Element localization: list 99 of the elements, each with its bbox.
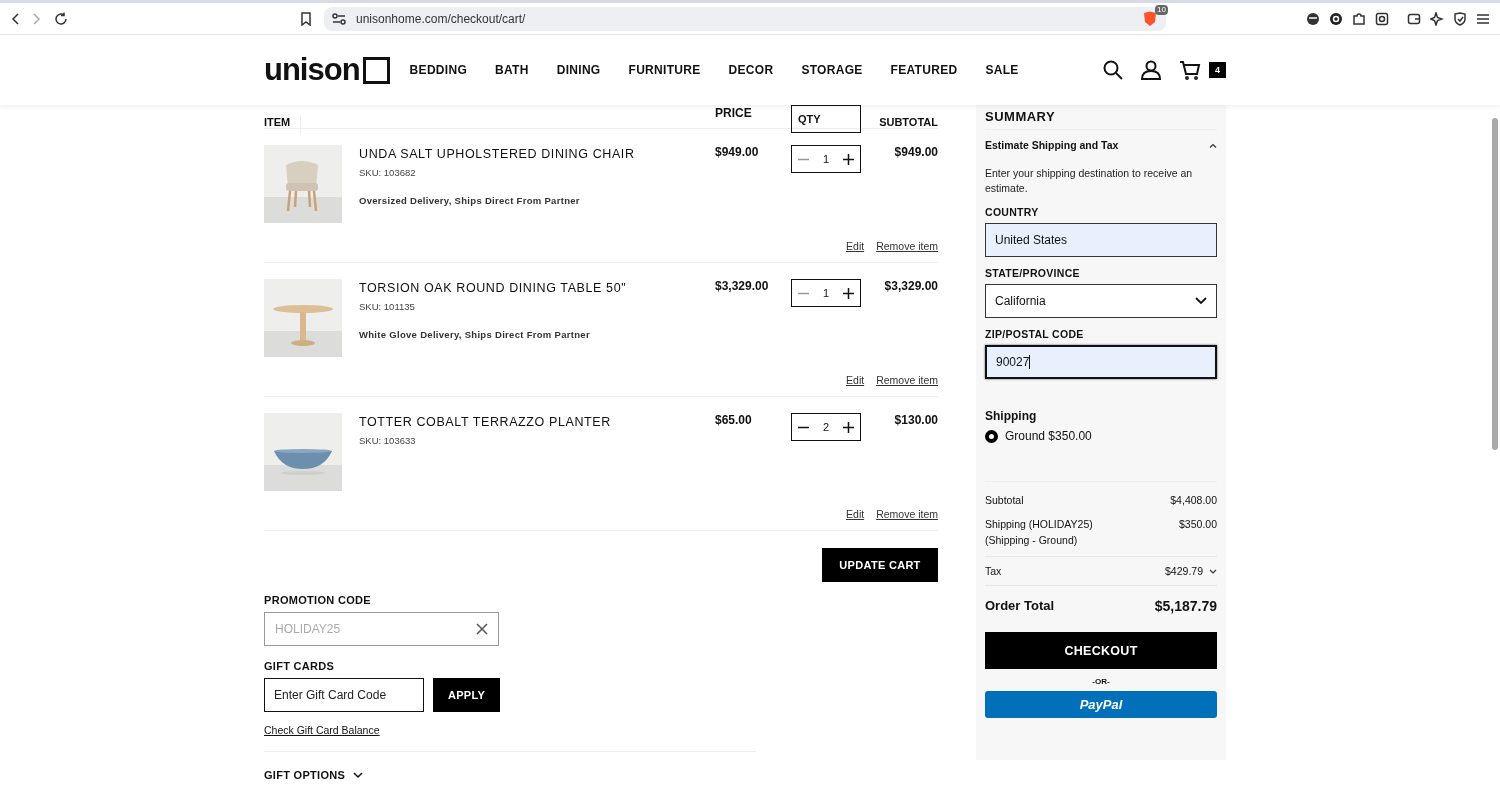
checkout-button[interactable]: CHECKOUT <box>985 632 1217 669</box>
column-header: PRICE <box>715 105 753 122</box>
logo[interactable]: unison <box>264 52 390 88</box>
chevron-up-icon <box>1209 142 1217 148</box>
update-cart-button[interactable]: UPDATE CART <box>822 548 938 582</box>
field-label: GIFT CARDS <box>264 660 336 672</box>
back-icon[interactable] <box>10 11 20 26</box>
nav-link[interactable]: SALE <box>985 63 1019 77</box>
reader-icon[interactable] <box>1375 11 1389 26</box>
address-bar[interactable]: unisonhome.com/checkout/cart/ 10 <box>324 6 1166 31</box>
nav-link[interactable]: FEATURED <box>890 63 958 77</box>
product-name[interactable]: TOTTER COBALT TERRAZZO PLANTER <box>359 415 611 429</box>
edit-link[interactable]: Edit <box>846 374 865 386</box>
chevron-down-icon <box>1195 297 1207 305</box>
subtotal-text: $949.00 <box>893 145 938 161</box>
gift-balance-link[interactable]: Check Gift Card Balance <box>264 724 380 736</box>
quantity-stepper[interactable]: 1 <box>791 145 861 173</box>
delivery-note: Oversized Delivery, Ships Direct From Partner <box>359 195 580 206</box>
summary-title: SUMMARY <box>985 108 1057 126</box>
total-value: $4,408.00 <box>1170 493 1217 508</box>
total-label: Tax <box>985 564 1002 579</box>
plus-icon[interactable] <box>843 287 854 299</box>
apply-button[interactable]: APPLY <box>433 678 500 712</box>
sku-text: SKU: 103633 <box>359 435 416 446</box>
bookmark-icon[interactable] <box>300 11 312 26</box>
remove-link[interactable]: Remove item <box>876 240 938 252</box>
field-label: COUNTRY <box>985 206 1040 218</box>
quantity-value: 1 <box>822 287 830 299</box>
total-value: $350.00 <box>1179 517 1217 532</box>
field-label: STATE/PROVINCE <box>985 267 1081 279</box>
nav-link[interactable]: STORAGE <box>801 63 863 77</box>
edit-link[interactable]: Edit <box>846 240 865 252</box>
product-name[interactable]: UNDA SALT UPHOLSTERED DINING CHAIR <box>359 147 635 161</box>
gift-card-field[interactable]: Enter Gift Card Code <box>264 678 424 712</box>
badge: 10 <box>1155 4 1168 15</box>
total-value: $5,187.79 <box>1154 598 1217 614</box>
reload-icon[interactable] <box>54 11 68 26</box>
nav-link[interactable]: BATH <box>495 63 529 77</box>
price-text: $3,329.00 <box>715 279 770 295</box>
chevron-down-icon[interactable] <box>1209 568 1217 574</box>
quantity-stepper[interactable]: 1 <box>791 279 861 307</box>
url-text: unisonhome.com/checkout/cart/ <box>356 11 527 26</box>
state-dropdown[interactable]: California <box>985 284 1217 318</box>
product-name[interactable]: TORSION OAK ROUND DINING TABLE 50" <box>359 281 627 295</box>
shield-icon[interactable] <box>1453 11 1467 26</box>
price-text: $949.00 <box>715 145 760 161</box>
logo-square-icon <box>362 56 390 84</box>
nav-link[interactable]: DECOR <box>728 63 774 77</box>
price-text: $65.00 <box>715 413 753 429</box>
quantity-value: 1 <box>822 153 830 165</box>
wallet-icon[interactable] <box>1407 11 1421 26</box>
paypal-button[interactable]: PayPal <box>985 691 1217 718</box>
total-sublabel: (Shipping - Ground) <box>985 533 1079 548</box>
site-settings-icon[interactable] <box>332 12 346 25</box>
lion-shield-icon[interactable] <box>1142 10 1158 27</box>
extension-icon[interactable] <box>1329 11 1343 26</box>
plus-icon[interactable] <box>843 421 854 433</box>
sku-text: SKU: 101135 <box>359 301 415 312</box>
field-label: ZIP/POSTAL CODE <box>985 328 1085 340</box>
delivery-note: White Glove Delivery, Ships Direct From Partner <box>359 329 590 340</box>
total-value: $429.79 <box>1165 564 1203 579</box>
subtotal-text: $130.00 <box>893 413 938 429</box>
quantity-stepper[interactable]: 2 <box>791 413 861 441</box>
field-label: PROMOTION CODE <box>264 594 372 606</box>
quantity-value: 2 <box>822 421 830 433</box>
close-icon[interactable] <box>476 623 488 635</box>
intro-text: Enter your shipping destination to receive an estimate. <box>985 166 1194 196</box>
total-label: Subtotal <box>985 493 1024 508</box>
nav-link[interactable]: BEDDING <box>409 63 468 77</box>
column-header: ITEM <box>264 116 301 133</box>
column-header: QTY <box>791 105 861 133</box>
puzzle-icon[interactable] <box>1352 11 1366 26</box>
section-heading: Shipping <box>985 409 1038 423</box>
plus-icon[interactable] <box>843 153 854 165</box>
nav-link[interactable]: DINING <box>556 63 601 77</box>
column-header: SUBTOTAL <box>878 116 938 130</box>
edit-link[interactable]: Edit <box>846 508 865 520</box>
remove-link[interactable]: Remove item <box>876 508 938 520</box>
sparkle-icon[interactable] <box>1430 11 1444 26</box>
total-label: Shipping (HOLIDAY25) <box>985 517 1093 532</box>
shipping-option[interactable]: Ground $350.00 <box>985 429 1092 443</box>
sku-text: SKU: 103682 <box>359 167 416 178</box>
nav-link[interactable]: FURNITURE <box>628 63 701 77</box>
user-icon[interactable] <box>1141 60 1161 80</box>
separator-text: -OR- <box>1091 677 1111 686</box>
cart-count-badge: 4 <box>1209 62 1226 78</box>
menu-icon[interactable] <box>1476 11 1490 26</box>
extension-icon[interactable] <box>1306 11 1320 26</box>
remove-link[interactable]: Remove item <box>876 374 938 386</box>
chevron-down-icon <box>353 771 364 779</box>
text-field[interactable]: United States <box>985 223 1217 257</box>
search-icon[interactable] <box>1103 60 1123 80</box>
subtotal-text: $3,329.00 <box>883 279 938 295</box>
gift-options-toggle[interactable]: GIFT OPTIONS <box>264 769 364 781</box>
text-field[interactable]: 90027 <box>985 345 1217 379</box>
scrollbar[interactable] <box>1492 118 1498 450</box>
estimate-toggle[interactable]: Estimate Shipping and Tax <box>985 129 1217 160</box>
total-label: Order Total <box>985 598 1055 614</box>
cart-icon[interactable] <box>1179 60 1201 80</box>
